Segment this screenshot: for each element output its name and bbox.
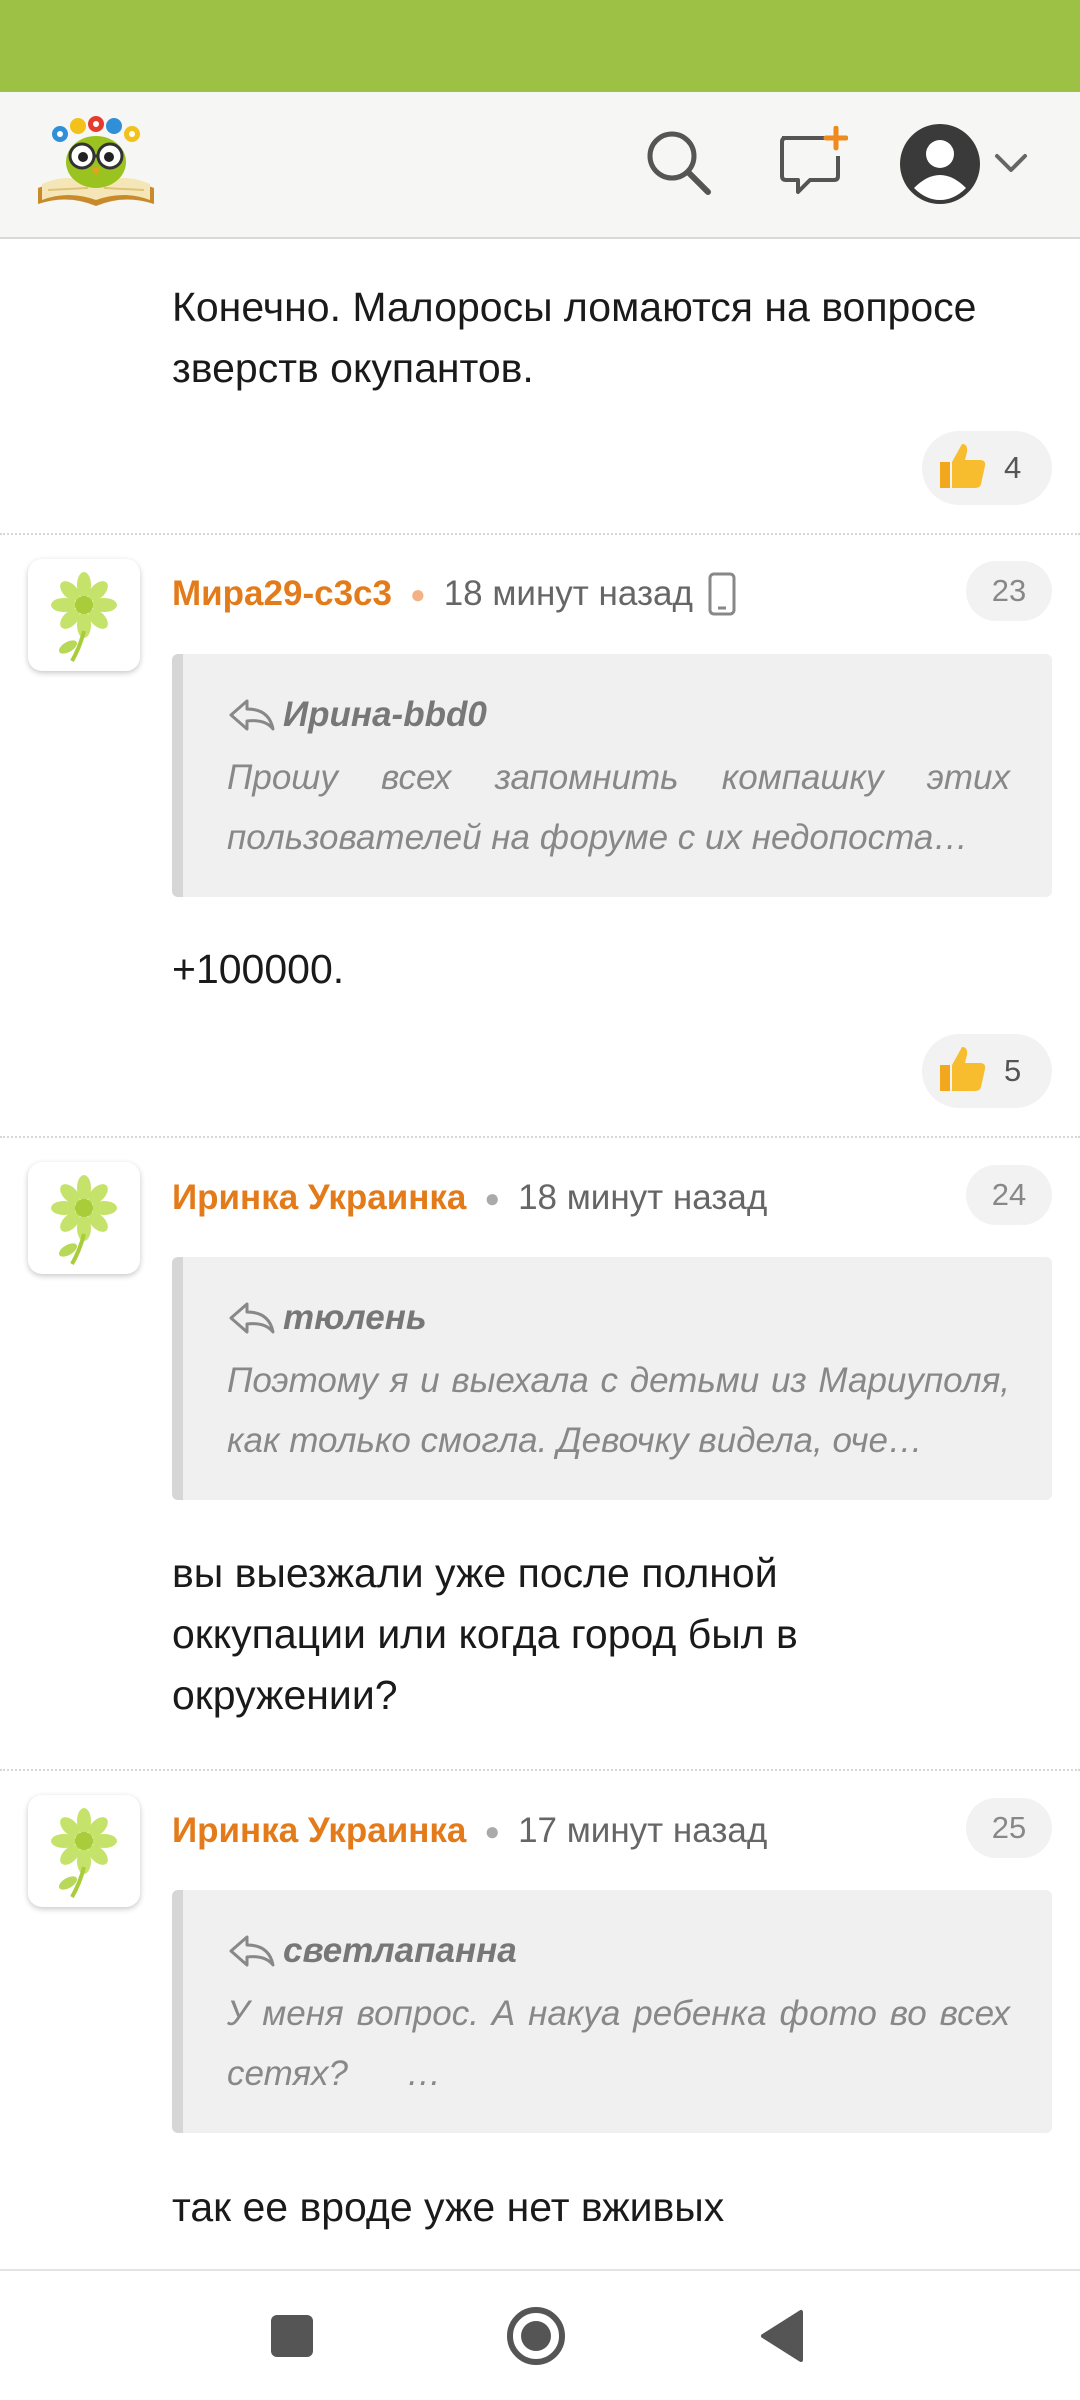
- like-button[interactable]: 4: [922, 431, 1052, 505]
- comment-text: +100000.: [172, 946, 345, 992]
- site-logo[interactable]: [34, 110, 158, 212]
- comment-text: так ее вроде уже нет вживых: [172, 2184, 725, 2230]
- comment-meta: Иринка Украинка ● 18 минут назад: [172, 1173, 767, 1223]
- quote-author: светлапанна: [227, 1926, 1010, 1976]
- avatar[interactable]: [28, 559, 140, 671]
- like-button[interactable]: 5: [922, 1034, 1052, 1108]
- flower-icon: [51, 1808, 117, 1898]
- quote-author-name: Ирина-bbd0: [283, 695, 487, 734]
- quote-line: Поэтому я и выехала с детьми из Мариупол…: [227, 1361, 1010, 1400]
- divider: [0, 1769, 1080, 1771]
- comment-text-line: оккупации или когда город был в: [172, 1611, 798, 1657]
- comments-list: Конечно. Малоросы ломаются на вопросе зв…: [0, 239, 1080, 2269]
- quote-line: сетях? …: [227, 2054, 442, 2093]
- comment-meta: Мира29-c3c3 ● 18 минут назад: [172, 569, 737, 619]
- like-count: 5: [1004, 1053, 1022, 1088]
- comment-text-line: зверств окупантов.: [172, 345, 534, 391]
- comment-number[interactable]: 25: [966, 1798, 1052, 1858]
- system-nav-bar: [0, 2269, 1080, 2400]
- author-name[interactable]: Иринка Украинка: [172, 1811, 466, 1851]
- timestamp: 18 минут назад: [443, 574, 693, 613]
- avatar[interactable]: [28, 1162, 140, 1274]
- quote-text: Поэтому я и выехала с детьми из Мариупол…: [227, 1351, 1010, 1471]
- thumbs-up-icon: [934, 1041, 990, 1102]
- reply-icon: [229, 1935, 275, 1967]
- quote-author: тюлень: [227, 1293, 1010, 1343]
- quote-block[interactable]: Ирина-bbd0 Прошу всех запомнить компашку…: [172, 654, 1052, 897]
- comment-text: Конечно. Малоросы ломаются на вопросе зв…: [172, 277, 1052, 399]
- quote-line: пользователей на форуме с их недопоста…: [227, 818, 969, 857]
- divider: [0, 533, 1080, 535]
- flower-icon: [51, 572, 117, 662]
- chevron-down-icon[interactable]: [988, 122, 1034, 202]
- avatar[interactable]: [28, 1795, 140, 1907]
- comment-meta: Иринка Украинка ● 17 минут назад: [172, 1806, 767, 1856]
- status-bar: [0, 0, 1080, 92]
- quote-line: У меня вопрос. А накуа ребенка фото во в…: [227, 1994, 1010, 2033]
- timestamp: 17 минут назад: [518, 1811, 768, 1850]
- separator-dot: ●: [484, 1182, 501, 1213]
- divider: [0, 1136, 1080, 1138]
- reply-icon: [229, 699, 275, 731]
- quote-author-name: тюлень: [283, 1298, 427, 1337]
- search-icon[interactable]: [638, 122, 718, 202]
- app-header: [0, 92, 1080, 239]
- comment-text-line: окружении?: [172, 1672, 398, 1718]
- quote-author: Ирина-bbd0: [227, 690, 1010, 740]
- comment-number[interactable]: 24: [966, 1165, 1052, 1225]
- quote-block[interactable]: светлапанна У меня вопрос. А накуа ребен…: [172, 1890, 1052, 2133]
- home-circle-icon[interactable]: [496, 2301, 576, 2371]
- comment-text-line: Конечно. Малоросы ломаются на вопросе: [172, 284, 977, 330]
- comment-text: вы выезжали уже после полной оккупации и…: [172, 1543, 1052, 1726]
- quote-line: как только смогла. Девочку видела, оче…: [227, 1421, 923, 1460]
- flower-icon: [51, 1175, 117, 1265]
- separator-dot: ●: [409, 578, 426, 609]
- reply-icon: [229, 1302, 275, 1334]
- author-name[interactable]: Иринка Украинка: [172, 1178, 466, 1218]
- back-triangle-icon[interactable]: [742, 2301, 822, 2371]
- quote-author-name: светлапанна: [283, 1931, 517, 1970]
- quote-text: Прошу всех запомнить компашку этих польз…: [227, 748, 1010, 868]
- mobile-icon: [707, 571, 737, 617]
- quote-line: Прошу всех запомнить компашку этих: [227, 758, 1010, 797]
- recents-square-icon[interactable]: [252, 2301, 332, 2371]
- like-count: 4: [1004, 450, 1022, 485]
- quote-block[interactable]: тюлень Поэтому я и выехала с детьми из М…: [172, 1257, 1052, 1500]
- author-name[interactable]: Мира29-c3c3: [172, 574, 392, 614]
- comment-text-line: вы выезжали уже после полной: [172, 1550, 778, 1596]
- timestamp: 18 минут назад: [518, 1178, 768, 1217]
- separator-dot: ●: [484, 1815, 501, 1846]
- new-message-icon[interactable]: [772, 122, 852, 202]
- thumbs-up-icon: [934, 438, 990, 499]
- comment-number[interactable]: 23: [966, 561, 1052, 621]
- quote-text: У меня вопрос. А накуа ребенка фото во в…: [227, 1984, 1010, 2104]
- profile-avatar-icon[interactable]: [898, 122, 982, 206]
